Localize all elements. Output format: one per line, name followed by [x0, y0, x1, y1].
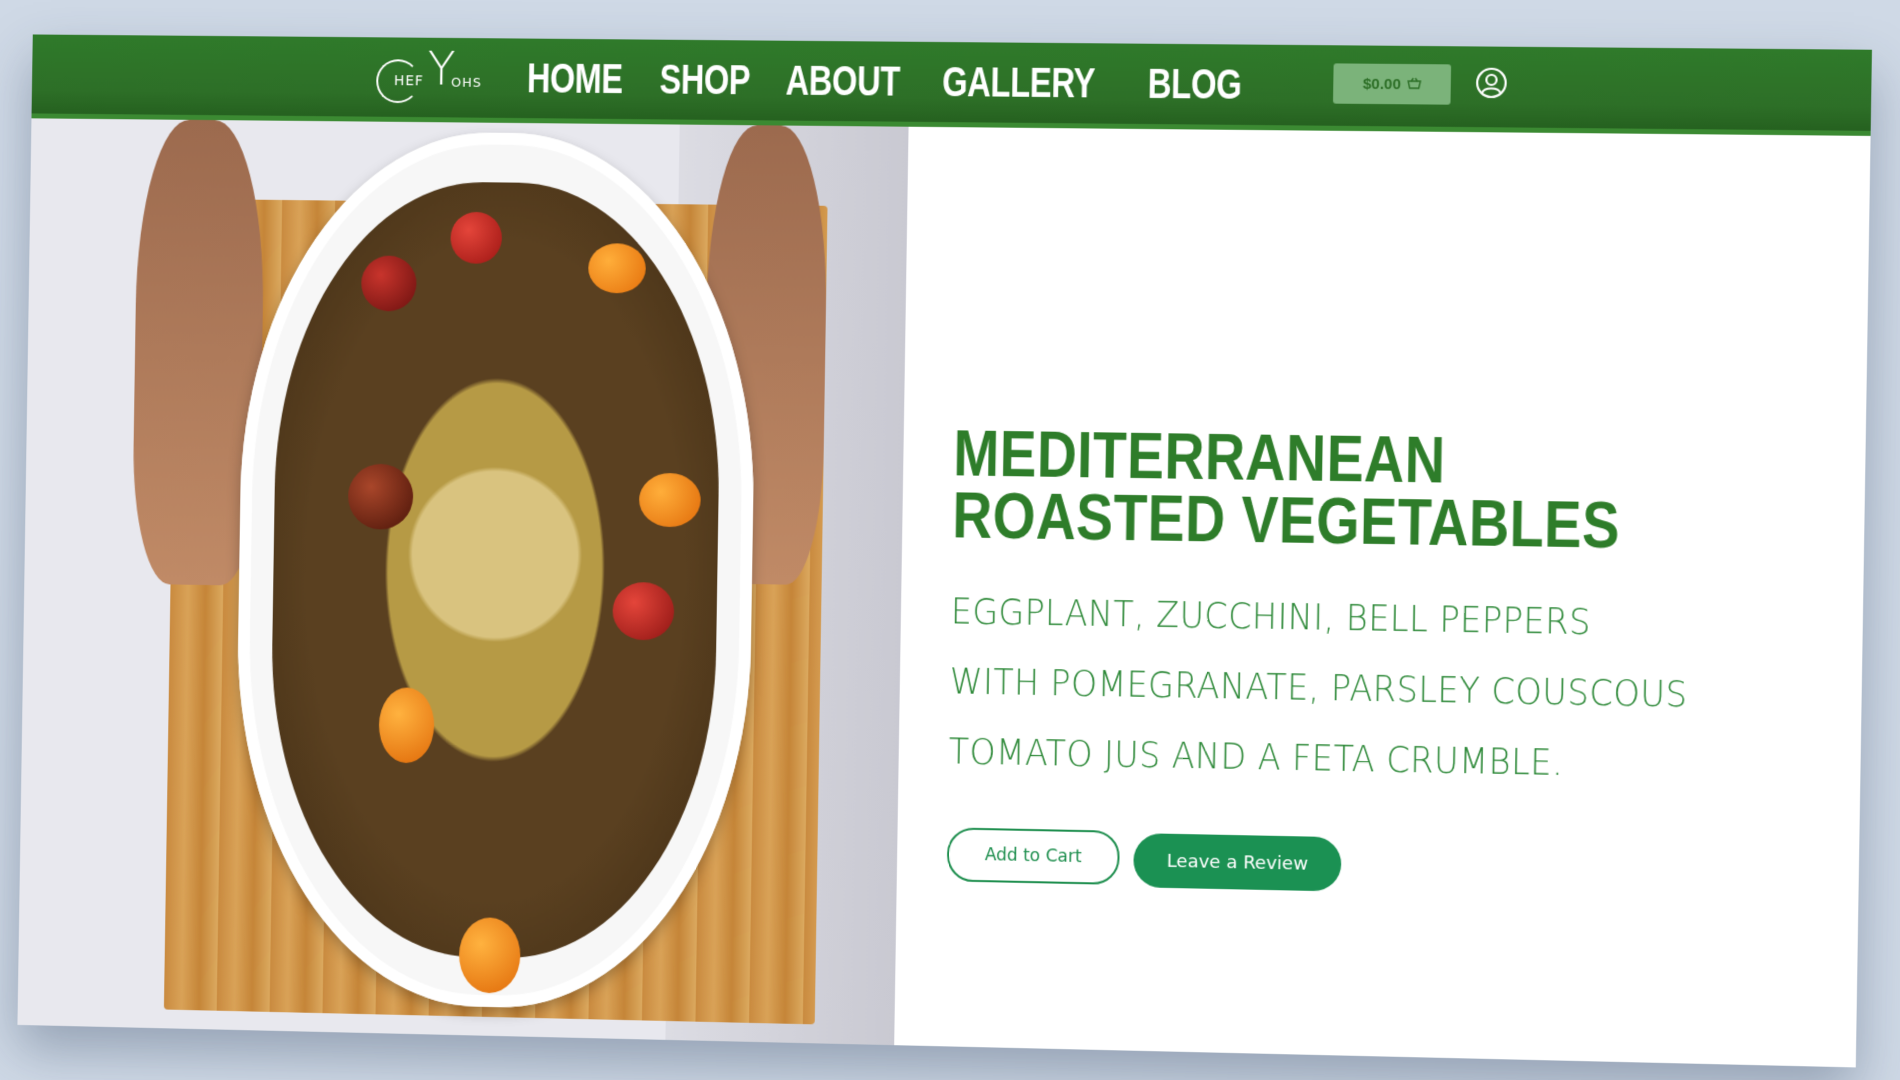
product-photo	[17, 118, 909, 1046]
site-header: HEF Y OHS HOME SHOP ABOUT GALLERY BLOG $…	[31, 34, 1872, 136]
logo-text-left: HEF	[393, 73, 425, 90]
product-actions: Add to Cart Leave a Review	[946, 827, 1342, 892]
cart-button[interactable]: $0.00	[1332, 63, 1452, 105]
nav-home[interactable]: HOME	[527, 54, 623, 103]
product-description: EGGPLANT, ZUCCHINI, BELL PEPPERS WITH PO…	[948, 591, 1822, 819]
user-circle-icon[interactable]	[1475, 67, 1508, 100]
main-nav: HOME SHOP ABOUT GALLERY BLOG	[527, 49, 1243, 115]
logo-text-right: OHS	[450, 75, 482, 91]
website-card: HEF Y OHS HOME SHOP ABOUT GALLERY BLOG $…	[17, 34, 1872, 1068]
cart-total: $0.00	[1362, 75, 1402, 93]
site-logo[interactable]: HEF Y OHS	[374, 42, 485, 110]
nav-gallery[interactable]: GALLERY	[942, 58, 1096, 107]
product-title: MEDITERRANEAN ROASTED VEGETABLES	[951, 417, 1621, 562]
nav-shop[interactable]: SHOP	[659, 56, 750, 105]
add-to-cart-button[interactable]: Add to Cart	[946, 827, 1120, 885]
roasted-vegetables	[267, 180, 724, 963]
description-line: TOMATO JUS AND A FETA CRUMBLE.	[948, 731, 1564, 785]
basket-icon	[1407, 76, 1421, 93]
product-info: MEDITERRANEAN ROASTED VEGETABLES EGGPLAN…	[904, 126, 1871, 1068]
nav-about[interactable]: ABOUT	[785, 57, 900, 106]
leave-review-button[interactable]: Leave a Review	[1133, 833, 1342, 892]
nav-blog[interactable]: BLOG	[1148, 60, 1242, 109]
